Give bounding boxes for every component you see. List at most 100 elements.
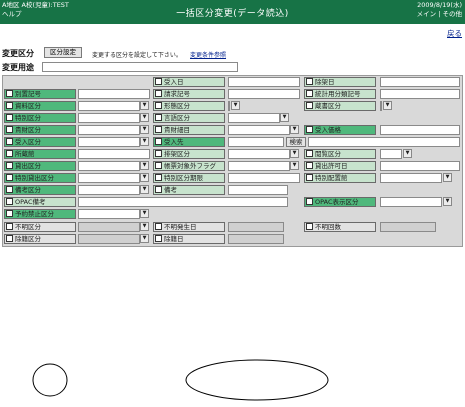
excluded-flag-select[interactable] xyxy=(228,161,290,171)
field-label-opac-remark[interactable]: OPAC備考 xyxy=(4,197,76,207)
field-label-special-kubun[interactable]: 特別区分 xyxy=(4,113,76,123)
opac-display-select[interactable] xyxy=(380,197,442,207)
shelving-kubun-select[interactable] xyxy=(228,149,290,159)
remark-input[interactable] xyxy=(228,185,288,195)
field-label-remark[interactable]: 備考 xyxy=(153,185,225,195)
checkbox[interactable] xyxy=(6,235,13,242)
call-number-input[interactable] xyxy=(228,89,300,99)
loan-kubun-select[interactable] xyxy=(78,161,140,171)
checkbox[interactable] xyxy=(306,150,313,157)
field-label-asset-detail[interactable]: 貴財細目 xyxy=(153,125,225,135)
checkbox[interactable] xyxy=(6,198,13,205)
field-label-special-loan[interactable]: 特別貸出区分 xyxy=(4,173,76,183)
asset-detail-select[interactable] xyxy=(228,125,290,135)
checkbox[interactable] xyxy=(306,102,313,109)
special-kubun-select[interactable] xyxy=(78,113,140,123)
field-label-call-number[interactable]: 請求記号 xyxy=(153,89,225,99)
field-label-material-kubun[interactable]: 資料区分 xyxy=(4,101,76,111)
field-label-browse-kubun[interactable]: 閲覧区分 xyxy=(304,149,376,159)
checkbox[interactable] xyxy=(155,78,162,85)
chevron-down-icon[interactable]: ▼ xyxy=(443,197,452,206)
checkbox[interactable] xyxy=(6,138,13,145)
checkbox[interactable] xyxy=(6,114,13,121)
checkbox[interactable] xyxy=(155,162,162,169)
field-label-unknown-count[interactable]: 不明回数 xyxy=(304,222,376,232)
browse-kubun-select[interactable] xyxy=(380,149,402,159)
special-deadline-input[interactable] xyxy=(228,173,300,183)
field-label-separate-code[interactable]: 別置記号 xyxy=(4,89,76,99)
unknown-count-input[interactable] xyxy=(380,222,436,232)
checkbox[interactable] xyxy=(6,150,13,157)
form-kubun-select[interactable] xyxy=(228,101,230,111)
chevron-down-icon[interactable]: ▼ xyxy=(140,161,149,170)
discard-date-input[interactable] xyxy=(228,234,284,244)
field-label-collection-kubun[interactable]: 蔵書区分 xyxy=(304,101,376,111)
checkbox[interactable] xyxy=(306,162,313,169)
checkbox[interactable] xyxy=(155,114,162,121)
special-loan-select[interactable] xyxy=(78,173,140,183)
removal-date-input[interactable] xyxy=(380,77,460,87)
field-label-opac-display[interactable]: OPAC表示区分 xyxy=(304,197,376,207)
checkbox[interactable] xyxy=(155,102,162,109)
field-label-discard-kubun[interactable]: 除籍区分 xyxy=(4,234,76,244)
checkbox[interactable] xyxy=(155,90,162,97)
checkbox[interactable] xyxy=(6,102,13,109)
receive-date-input[interactable] xyxy=(228,77,300,87)
field-label-loan-kubun[interactable]: 貸出区分 xyxy=(4,161,76,171)
reserve-ban-select[interactable] xyxy=(78,209,140,219)
stat-class-input[interactable] xyxy=(380,89,460,99)
field-label-excluded-flag[interactable]: 帳票対象外フラグ xyxy=(153,161,225,171)
field-label-holding-library[interactable]: 所蔵館 xyxy=(4,149,76,159)
field-label-receive-date[interactable]: 受入日 xyxy=(153,77,225,87)
chevron-down-icon[interactable]: ▼ xyxy=(140,137,149,146)
checkbox[interactable] xyxy=(155,174,162,181)
purpose-input[interactable] xyxy=(42,62,238,72)
field-label-reserve-ban[interactable]: 予約禁止区分 xyxy=(4,209,76,219)
field-label-unknown-kubun[interactable]: 不明区分 xyxy=(4,222,76,232)
receive-kubun-select[interactable] xyxy=(78,137,140,147)
chevron-down-icon[interactable]: ▼ xyxy=(140,125,149,134)
checkbox[interactable] xyxy=(6,210,13,217)
discard-kubun-select[interactable] xyxy=(78,234,140,244)
unknown-kubun-select[interactable] xyxy=(78,222,140,232)
receive-price-input[interactable] xyxy=(380,125,460,135)
chevron-down-icon[interactable]: ▼ xyxy=(231,101,240,110)
supplier-input[interactable] xyxy=(228,137,284,147)
checkbox[interactable] xyxy=(306,126,313,133)
field-label-receive-price[interactable]: 受入価格 xyxy=(304,125,376,135)
checkbox[interactable] xyxy=(306,78,313,85)
material-kubun-select[interactable] xyxy=(78,101,140,111)
collection-kubun-select[interactable] xyxy=(380,101,382,111)
checkbox[interactable] xyxy=(306,223,313,230)
checkbox[interactable] xyxy=(6,186,13,193)
field-label-supplier[interactable]: 受入先 xyxy=(153,137,225,147)
chevron-down-icon[interactable]: ▼ xyxy=(140,101,149,110)
checkbox[interactable] xyxy=(6,223,13,230)
chevron-down-icon[interactable]: ▼ xyxy=(140,113,149,122)
field-label-loan-permit-date[interactable]: 貸出許可日 xyxy=(304,161,376,171)
field-label-discard-date[interactable]: 除籍日 xyxy=(153,234,225,244)
checkbox[interactable] xyxy=(155,126,162,133)
field-label-form-kubun[interactable]: 形態区分 xyxy=(153,101,225,111)
checkbox[interactable] xyxy=(155,235,162,242)
asset-kubun-select[interactable] xyxy=(78,125,140,135)
field-label-asset-kubun[interactable]: 貴財区分 xyxy=(4,125,76,135)
main-other-links[interactable]: メイン | その他 xyxy=(417,11,462,18)
checkbox[interactable] xyxy=(155,223,162,230)
field-label-stat-class[interactable]: 統計用分類記号 xyxy=(304,89,376,99)
checkbox[interactable] xyxy=(6,90,13,97)
checkbox[interactable] xyxy=(6,174,13,181)
field-label-special-placement[interactable]: 特別配置館 xyxy=(304,173,376,183)
field-label-shelving-kubun[interactable]: 排架区分 xyxy=(153,149,225,159)
language-kubun-select[interactable] xyxy=(228,113,280,123)
field-label-removal-date[interactable]: 除架日 xyxy=(304,77,376,87)
chevron-down-icon[interactable]: ▼ xyxy=(140,209,149,218)
chevron-down-icon[interactable]: ▼ xyxy=(140,173,149,182)
checkbox[interactable] xyxy=(6,162,13,169)
chevron-down-icon[interactable]: ▼ xyxy=(383,101,392,110)
checkbox[interactable] xyxy=(306,198,313,205)
checkbox[interactable] xyxy=(306,174,313,181)
chevron-down-icon[interactable]: ▼ xyxy=(290,161,299,170)
supplier-name-input[interactable] xyxy=(308,137,460,147)
chevron-down-icon[interactable]: ▼ xyxy=(140,185,149,194)
